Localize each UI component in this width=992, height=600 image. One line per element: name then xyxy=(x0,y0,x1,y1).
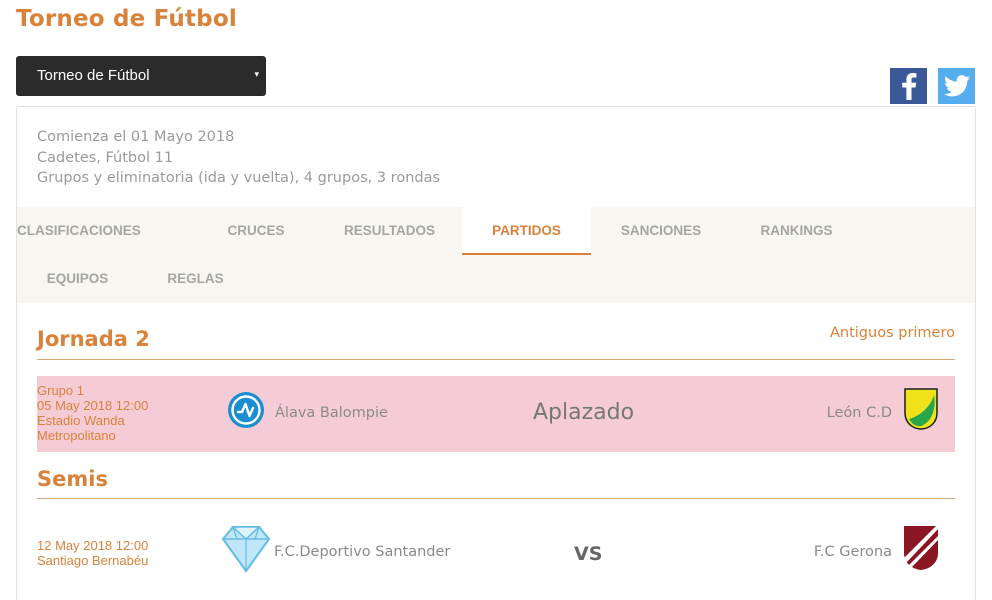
chevron-down-icon: ▾ xyxy=(254,69,259,79)
tab-cruces[interactable]: CRUCES xyxy=(192,207,320,255)
section-title-jornada: Jornada 2 xyxy=(37,327,150,351)
section-divider xyxy=(37,359,955,360)
tournament-info: Comienza el 01 Mayo 2018 Cadetes, Fútbol… xyxy=(37,127,440,189)
away-team-name[interactable]: F.C Gerona xyxy=(814,544,892,560)
home-team-name[interactable]: F.C.Deportivo Santander xyxy=(274,544,450,560)
deportivo-santander-logo-icon[interactable] xyxy=(221,525,271,573)
start-date-text: Comienza el 01 Mayo 2018 xyxy=(37,129,235,145)
match-venue: Santiago Bernabéu xyxy=(37,553,149,568)
tab-sanciones[interactable]: SANCIONES xyxy=(597,207,725,255)
match-vs: VS xyxy=(574,543,603,565)
match-status: Aplazado xyxy=(533,400,635,425)
match-group: Grupo 1 xyxy=(37,383,84,398)
sort-order-link[interactable]: Antiguos primero xyxy=(830,325,955,341)
match-row[interactable]: 12 May 2018 12:00 Santiago Bernabéu F.C.… xyxy=(37,515,955,591)
section-divider xyxy=(37,498,955,499)
tab-partidos[interactable]: PARTIDOS xyxy=(462,207,591,255)
match-meta: Grupo 1 05 May 2018 12:00 Estadio Wanda … xyxy=(37,383,187,443)
away-team-name[interactable]: León C.D xyxy=(827,405,892,421)
tab-resultados[interactable]: RESULTADOS xyxy=(322,207,457,255)
match-meta: 12 May 2018 12:00 Santiago Bernabéu xyxy=(37,538,187,568)
match-datetime: 05 May 2018 12:00 xyxy=(37,398,149,413)
facebook-share-button[interactable] xyxy=(890,68,927,104)
page-title: Torneo de Fútbol xyxy=(16,6,237,32)
match-row[interactable]: Grupo 1 05 May 2018 12:00 Estadio Wanda … xyxy=(37,376,955,452)
tournament-select[interactable]: Torneo de Fútbol ▾ xyxy=(16,56,266,96)
fc-gerona-logo-icon[interactable] xyxy=(903,525,939,571)
tab-bar: CLASIFICACIONES CRUCES RESULTADOS PARTID… xyxy=(17,207,975,303)
tab-equipos[interactable]: EQUIPOS xyxy=(17,255,138,303)
match-datetime: 12 May 2018 12:00 xyxy=(37,538,149,553)
twitter-share-button[interactable] xyxy=(938,68,975,104)
facebook-icon xyxy=(901,73,916,100)
tab-rankings[interactable]: RANKINGS xyxy=(735,207,858,255)
tournament-card: Comienza el 01 Mayo 2018 Cadetes, Fútbol… xyxy=(16,106,976,600)
section-title-semis: Semis xyxy=(37,467,108,491)
alava-balompie-logo-icon[interactable] xyxy=(227,391,265,429)
match-venue: Estadio Wanda Metropolitano xyxy=(37,413,125,443)
tab-clasificaciones[interactable]: CLASIFICACIONES xyxy=(17,207,141,255)
home-team-name[interactable]: Álava Balompie xyxy=(275,405,388,421)
category-text: Cadetes, Fútbol 11 xyxy=(37,149,174,166)
format-text: Grupos y eliminatoria (ida y vuelta), 4 … xyxy=(37,170,441,186)
tab-reglas[interactable]: REGLAS xyxy=(147,255,244,303)
leon-cd-logo-icon[interactable] xyxy=(903,387,939,431)
twitter-icon xyxy=(943,75,970,97)
tournament-select-value: Torneo de Fútbol xyxy=(37,67,150,84)
